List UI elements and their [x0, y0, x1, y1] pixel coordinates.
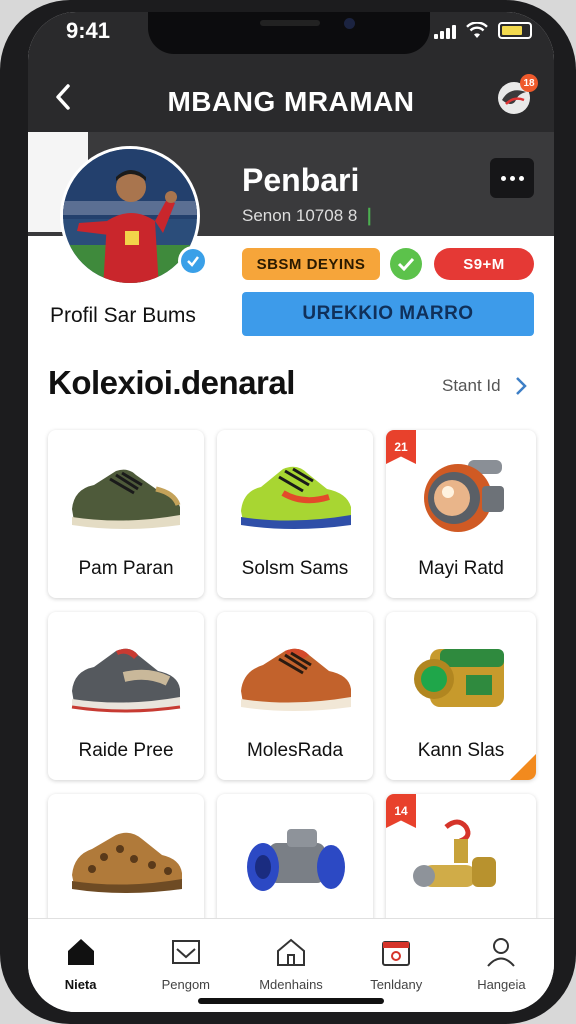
- collection-grid: Pam Paran Solsm Sams 21 Mayi Ratd Raide …: [48, 430, 538, 934]
- nav-label: Pengom: [161, 977, 211, 992]
- card-label: Kann Slas: [417, 740, 505, 761]
- chevron-right-icon: [515, 377, 527, 395]
- leopard-shoe-icon: [72, 832, 182, 893]
- user-icon: [487, 938, 516, 967]
- profile-caption: Profil Sar Bums: [50, 304, 196, 327]
- sneaker-green-icon: [241, 466, 351, 529]
- see-all-link[interactable]: Stant Id: [442, 376, 527, 396]
- profile-meta-text: Senon 10708 8: [242, 206, 358, 225]
- gold-valve-icon: [413, 819, 496, 887]
- nav-label: Hangeia: [477, 977, 526, 992]
- app-header: MBANG MRAMAN 18: [28, 66, 554, 132]
- status-time: 9:41: [66, 18, 111, 43]
- sneaker-gray-red-icon: [71, 648, 181, 713]
- status-icons: [434, 22, 532, 39]
- more-dot-icon: [500, 175, 506, 181]
- front-camera: [344, 18, 355, 29]
- collection-card[interactable]: Solsm Sams: [217, 430, 373, 598]
- more-dot-icon: [518, 175, 524, 181]
- nav-item-home[interactable]: Nieta: [28, 919, 133, 1012]
- secondary-chip[interactable]: S9+M: [434, 248, 534, 280]
- notification-badge: 18: [520, 74, 538, 92]
- blue-roller-icon: [247, 829, 345, 891]
- profile-meta: Senon 10708 8 ❘: [242, 206, 376, 226]
- collection-card[interactable]: Kann Slas: [386, 612, 536, 780]
- sneaker-olive-icon: [72, 469, 181, 529]
- status-chip[interactable]: SBSM DEYINS: [242, 248, 380, 280]
- wifi-icon: [466, 22, 488, 38]
- primary-action-button[interactable]: UREKKIO MARRO: [242, 292, 534, 336]
- checkmark-icon: [397, 257, 415, 271]
- nav-item-profile[interactable]: Hangeia: [449, 919, 554, 1012]
- collection-card[interactable]: 14: [386, 794, 536, 934]
- device-notch: [148, 12, 430, 54]
- app-logo[interactable]: 18: [494, 74, 538, 116]
- inbox-icon: [171, 940, 200, 964]
- home-icon: [67, 939, 94, 965]
- nav-label: Nieta: [64, 977, 97, 992]
- card-label: Raide Pree: [78, 740, 174, 761]
- battery-icon: [498, 22, 532, 39]
- speaker-grille: [260, 20, 320, 26]
- collection-card[interactable]: Raide Pree: [48, 612, 204, 780]
- more-dot-icon: [509, 175, 515, 181]
- house-outline-icon: [277, 938, 305, 966]
- collection-card[interactable]: [217, 794, 373, 934]
- more-options-button[interactable]: [490, 158, 534, 198]
- checkmark-icon: [187, 256, 199, 267]
- app-screen: 9:41 MBANG MRAMAN 18 Profil Sar Bums Pen…: [28, 12, 554, 1012]
- sneaker-orange-icon: [241, 648, 351, 711]
- verified-check-chip: [390, 248, 422, 280]
- verified-badge: [178, 246, 208, 276]
- profile-name: Penbari: [242, 162, 360, 198]
- status-bar: 9:41: [28, 12, 554, 66]
- see-all-label: Stant Id: [442, 376, 501, 395]
- leaf-icon: ❘: [362, 206, 377, 225]
- card-label: Mayi Ratd: [418, 558, 504, 579]
- collection-card[interactable]: [48, 794, 204, 934]
- card-label: Solsm Sams: [241, 558, 349, 579]
- nav-label: Mdenhains: [259, 977, 323, 992]
- collection-card[interactable]: MolesRada: [217, 612, 373, 780]
- home-indicator[interactable]: [198, 998, 384, 1004]
- collection-card[interactable]: Pam Paran: [48, 430, 204, 598]
- page-title: MBANG MRAMAN: [167, 86, 415, 117]
- section-title: Kolexioi.denaral: [48, 364, 295, 401]
- cellular-signal-icon: [434, 23, 456, 39]
- gadget-orb-icon: [424, 460, 504, 532]
- calendar-icon: [382, 941, 411, 966]
- nav-label: Tenldany: [370, 977, 423, 992]
- collection-card[interactable]: 21 Mayi Ratd: [386, 430, 536, 598]
- card-label: MolesRada: [246, 740, 344, 761]
- card-label: Pam Paran: [78, 558, 174, 579]
- gold-capsule-icon: [414, 649, 504, 707]
